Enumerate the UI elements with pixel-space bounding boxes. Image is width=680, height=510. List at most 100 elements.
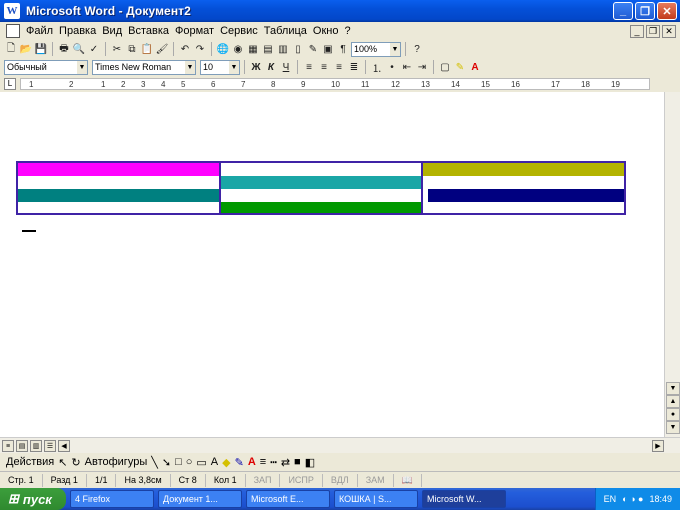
cell-r1c2[interactable] [220, 176, 422, 189]
tab-selector-icon[interactable]: L [4, 78, 16, 90]
textbox-icon[interactable]: ▭ [196, 456, 206, 469]
language-indicator[interactable]: EN [604, 494, 617, 504]
horizontal-scrollbar[interactable]: ≡ ▤ ▥ ☰ ◀ ▶ [0, 437, 680, 453]
copy-icon[interactable]: ⧉ [125, 42, 139, 56]
free-rotate-icon[interactable]: ↻ [71, 456, 80, 469]
print-layout-icon[interactable]: ▥ [30, 440, 42, 452]
redo-icon[interactable]: ↷ [193, 42, 207, 56]
line-icon[interactable]: ╲ [151, 456, 158, 469]
fill-color-icon[interactable]: ◆ [222, 456, 230, 469]
task-excel[interactable]: Microsoft E... [246, 490, 330, 508]
actions-menu[interactable]: Действия [6, 456, 54, 468]
select-objects-icon[interactable]: ↖ [58, 456, 67, 469]
menu-file[interactable]: Файл [23, 25, 56, 37]
oval-icon[interactable]: ○ [186, 456, 193, 468]
menu-help[interactable]: ? [341, 25, 353, 37]
numbering-icon[interactable]: ⒈ [370, 60, 384, 75]
outline-view-icon[interactable]: ☰ [44, 440, 56, 452]
menu-table[interactable]: Таблица [261, 25, 310, 37]
cell-r2c1[interactable] [18, 189, 220, 202]
insert-excel-icon[interactable]: ▥ [276, 42, 290, 56]
menu-window[interactable]: Окно [310, 25, 342, 37]
autoshapes-menu[interactable]: Автофигуры [85, 456, 148, 468]
menu-format[interactable]: Формат [172, 25, 217, 37]
cut-icon[interactable]: ✂ [110, 42, 124, 56]
restore-button[interactable]: ❐ [635, 2, 655, 20]
print-preview-icon[interactable]: 🔍 [72, 42, 86, 56]
bold-button[interactable]: Ж [249, 60, 263, 74]
columns-icon[interactable]: ▯ [291, 42, 305, 56]
next-page-icon[interactable]: ▼ [666, 421, 680, 434]
cell-r2c3[interactable] [428, 189, 624, 202]
spelling-status-icon[interactable]: 📖 [394, 473, 422, 487]
close-button[interactable]: ✕ [657, 2, 677, 20]
increase-indent-icon[interactable]: ⇥ [415, 60, 429, 74]
cell-r2c2[interactable] [220, 202, 422, 213]
open-folder-icon[interactable]: 📂 [19, 42, 33, 56]
normal-view-icon[interactable]: ≡ [2, 440, 14, 452]
borders-icon[interactable]: ▢ [438, 60, 452, 74]
vertical-scrollbar[interactable]: ▼ ▲ ● ▼ [664, 92, 680, 437]
drawing-icon[interactable]: ✎ [306, 42, 320, 56]
new-document-icon[interactable]: 🗋 [4, 42, 18, 56]
shadow-icon[interactable]: ■ [294, 456, 301, 468]
line-style-icon[interactable]: ≡ [260, 456, 266, 468]
justify-icon[interactable]: ≣ [347, 60, 361, 74]
scroll-down-arrow-icon[interactable]: ▼ [666, 382, 680, 395]
underline-button[interactable]: Ч [279, 60, 293, 74]
wordart-icon[interactable]: A [211, 456, 218, 468]
cell-r1c3[interactable] [422, 163, 624, 176]
save-icon[interactable]: 💾 [34, 42, 48, 56]
status-rec[interactable]: ЗАП [246, 473, 281, 487]
menu-view[interactable]: Вид [99, 25, 125, 37]
previous-page-icon[interactable]: ▲ [666, 395, 680, 408]
draw-font-color-icon[interactable]: A [248, 456, 256, 468]
task-koshka[interactable]: КОШКА | S... [334, 490, 418, 508]
colored-table[interactable] [16, 161, 626, 215]
doc-restore-button[interactable]: ❐ [646, 24, 660, 38]
arrow-style-icon[interactable]: ⇄ [281, 456, 290, 469]
italic-button[interactable]: К [264, 60, 278, 74]
3d-icon[interactable]: ◧ [305, 456, 315, 469]
show-hide-icon[interactable]: ¶ [336, 42, 350, 56]
minimize-button[interactable]: _ [613, 2, 633, 20]
format-painter-icon[interactable]: 🖌 [155, 42, 169, 56]
spelling-icon[interactable]: ✓ [87, 42, 101, 56]
zoom-combo[interactable]: 100% ▼ [351, 41, 401, 57]
status-ext[interactable]: ВДЛ [323, 473, 358, 487]
align-left-icon[interactable]: ≡ [302, 60, 316, 74]
document-page[interactable] [0, 92, 664, 437]
print-icon[interactable]: 🖶 [57, 42, 71, 56]
document-icon[interactable] [6, 24, 20, 38]
insert-table-icon[interactable]: ▤ [261, 42, 275, 56]
web-toolbar-icon[interactable]: ◉ [231, 42, 245, 56]
cell-r1c1[interactable] [18, 163, 220, 176]
font-combo[interactable]: Times New Roman ▼ [92, 59, 196, 75]
bullets-icon[interactable]: • [385, 60, 399, 74]
dash-style-icon[interactable]: ┅ [270, 456, 277, 469]
horizontal-ruler[interactable]: L 1 2 1 2 3 4 5 6 7 8 9 10 11 12 13 14 1… [0, 77, 680, 91]
menu-insert[interactable]: Вставка [125, 25, 172, 37]
align-right-icon[interactable]: ≡ [332, 60, 346, 74]
doc-minimize-button[interactable]: _ [630, 24, 644, 38]
rectangle-icon[interactable]: □ [175, 456, 182, 468]
select-browse-object-icon[interactable]: ● [666, 408, 680, 421]
line-color-icon[interactable]: ✎ [235, 456, 244, 469]
web-view-icon[interactable]: ▤ [16, 440, 28, 452]
decrease-indent-icon[interactable]: ⇤ [400, 60, 414, 74]
clock[interactable]: 18:49 [649, 494, 672, 504]
arrow-icon[interactable]: ➘ [162, 456, 171, 469]
font-color-icon[interactable]: A [468, 60, 482, 74]
style-combo[interactable]: Обычный ▼ [4, 59, 88, 75]
task-document1[interactable]: Документ 1... [158, 490, 242, 508]
align-center-icon[interactable]: ≡ [317, 60, 331, 74]
paste-icon[interactable]: 📋 [140, 42, 154, 56]
hyperlink-icon[interactable]: 🌐 [216, 42, 230, 56]
document-map-icon[interactable]: ▣ [321, 42, 335, 56]
status-ovr[interactable]: ЗАМ [358, 473, 394, 487]
scroll-right-arrow-icon[interactable]: ▶ [652, 440, 664, 452]
doc-close-button[interactable]: ✕ [662, 24, 676, 38]
undo-icon[interactable]: ↶ [178, 42, 192, 56]
task-firefox[interactable]: 4 Firefox [70, 490, 154, 508]
task-word[interactable]: Microsoft W... [422, 490, 506, 508]
